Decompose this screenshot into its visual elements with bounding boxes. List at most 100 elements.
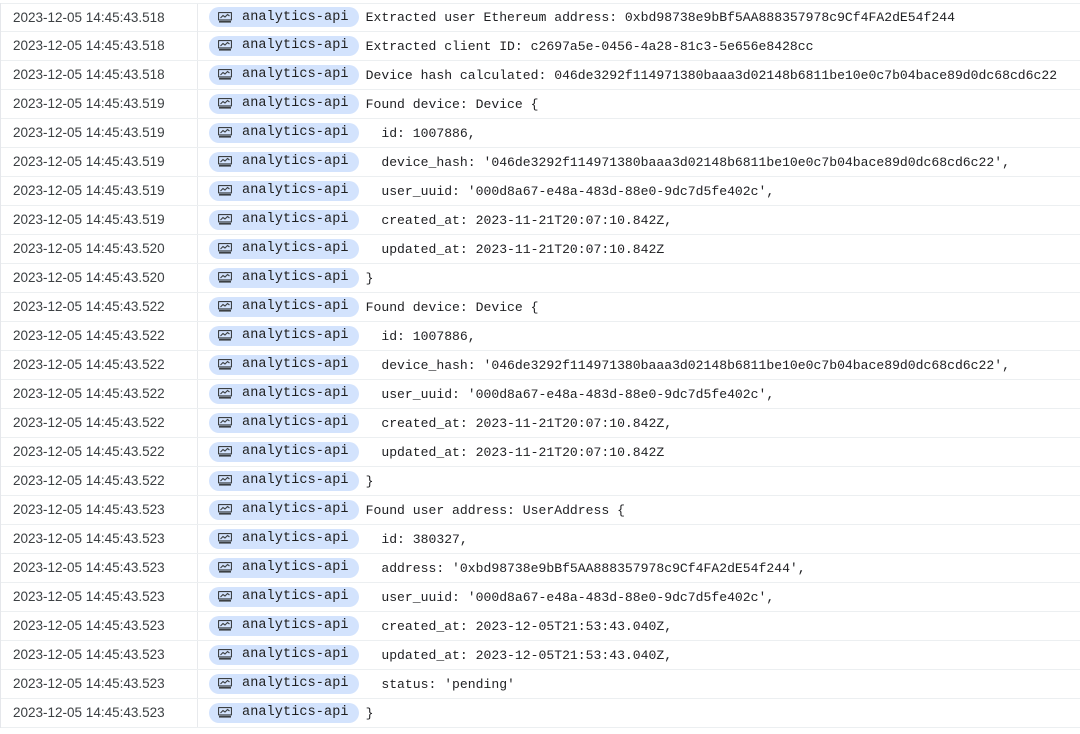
log-timestamp: 2023-12-05 14:45:43.519 bbox=[1, 119, 198, 147]
log-timestamp: 2023-12-05 14:45:43.522 bbox=[1, 467, 198, 495]
server-icon bbox=[218, 359, 232, 370]
service-name: analytics-api bbox=[242, 96, 349, 112]
log-row[interactable]: 2023-12-05 14:45:43.523 analytics-api us… bbox=[1, 583, 1080, 612]
log-row[interactable]: 2023-12-05 14:45:43.522 analytics-api } bbox=[1, 467, 1080, 496]
service-chip[interactable]: analytics-api bbox=[209, 354, 359, 375]
log-row[interactable]: 2023-12-05 14:45:43.523 analytics-api st… bbox=[1, 670, 1080, 699]
log-message: updated_at: 2023-11-21T20:07:10.842Z bbox=[365, 444, 665, 460]
server-icon bbox=[218, 330, 232, 341]
server-icon bbox=[218, 127, 232, 138]
log-timestamp: 2023-12-05 14:45:43.522 bbox=[1, 322, 198, 350]
log-row[interactable]: 2023-12-05 14:45:43.518 analytics-api De… bbox=[1, 61, 1080, 90]
log-row[interactable]: 2023-12-05 14:45:43.523 analytics-api Fo… bbox=[1, 496, 1080, 525]
log-viewer[interactable]: 2023-12-05 14:45:43.518 analytics-api Ex… bbox=[0, 3, 1080, 728]
log-message: id: 1007886, bbox=[365, 328, 476, 344]
service-chip-wrapper: analytics-api bbox=[198, 209, 359, 231]
service-name: analytics-api bbox=[242, 241, 349, 257]
service-chip[interactable]: analytics-api bbox=[209, 499, 359, 520]
service-chip[interactable]: analytics-api bbox=[209, 586, 359, 607]
service-name: analytics-api bbox=[242, 270, 349, 286]
log-row[interactable]: 2023-12-05 14:45:43.519 analytics-api cr… bbox=[1, 206, 1080, 235]
log-row[interactable]: 2023-12-05 14:45:43.523 analytics-api cr… bbox=[1, 612, 1080, 641]
service-chip-wrapper: analytics-api bbox=[198, 673, 359, 695]
service-chip[interactable]: analytics-api bbox=[209, 296, 359, 317]
log-message: updated_at: 2023-12-05T21:53:43.040Z, bbox=[365, 647, 673, 663]
service-chip[interactable]: analytics-api bbox=[209, 35, 359, 56]
log-row[interactable]: 2023-12-05 14:45:43.522 analytics-api cr… bbox=[1, 409, 1080, 438]
service-chip-wrapper: analytics-api bbox=[198, 122, 359, 144]
log-message: created_at: 2023-12-05T21:53:43.040Z, bbox=[365, 618, 673, 634]
log-row[interactable]: 2023-12-05 14:45:43.523 analytics-api up… bbox=[1, 641, 1080, 670]
service-chip[interactable]: analytics-api bbox=[209, 702, 359, 723]
service-chip[interactable]: analytics-api bbox=[209, 64, 359, 85]
service-name: analytics-api bbox=[242, 444, 349, 460]
log-message: status: 'pending' bbox=[365, 676, 515, 692]
service-name: analytics-api bbox=[242, 415, 349, 431]
log-timestamp: 2023-12-05 14:45:43.522 bbox=[1, 409, 198, 437]
log-row[interactable]: 2023-12-05 14:45:43.519 analytics-api us… bbox=[1, 177, 1080, 206]
server-icon bbox=[218, 649, 232, 660]
log-row[interactable]: 2023-12-05 14:45:43.522 analytics-api us… bbox=[1, 380, 1080, 409]
log-row[interactable]: 2023-12-05 14:45:43.520 analytics-api } bbox=[1, 264, 1080, 293]
service-chip[interactable]: analytics-api bbox=[209, 151, 359, 172]
service-chip[interactable]: analytics-api bbox=[209, 122, 359, 143]
service-chip-wrapper: analytics-api bbox=[198, 93, 359, 115]
log-row[interactable]: 2023-12-05 14:45:43.523 analytics-api } bbox=[1, 699, 1080, 728]
log-message: address: '0xbd98738e9bBf5AA888357978c9Cf… bbox=[365, 560, 806, 576]
service-name: analytics-api bbox=[242, 473, 349, 489]
log-timestamp: 2023-12-05 14:45:43.518 bbox=[1, 61, 198, 89]
service-chip[interactable]: analytics-api bbox=[209, 93, 359, 114]
log-row[interactable]: 2023-12-05 14:45:43.519 analytics-api id… bbox=[1, 119, 1080, 148]
log-message: } bbox=[365, 270, 374, 286]
service-chip[interactable]: analytics-api bbox=[209, 412, 359, 433]
log-message: Found device: Device { bbox=[365, 299, 539, 315]
service-name: analytics-api bbox=[242, 560, 349, 576]
service-name: analytics-api bbox=[242, 212, 349, 228]
service-chip[interactable]: analytics-api bbox=[209, 267, 359, 288]
service-name: analytics-api bbox=[242, 183, 349, 199]
log-timestamp: 2023-12-05 14:45:43.522 bbox=[1, 351, 198, 379]
server-icon bbox=[218, 707, 232, 718]
log-row[interactable]: 2023-12-05 14:45:43.522 analytics-api id… bbox=[1, 322, 1080, 351]
log-row[interactable]: 2023-12-05 14:45:43.519 analytics-api de… bbox=[1, 148, 1080, 177]
log-row[interactable]: 2023-12-05 14:45:43.522 analytics-api up… bbox=[1, 438, 1080, 467]
log-message: device_hash: '046de3292f114971380baaa3d0… bbox=[365, 357, 1010, 373]
log-row[interactable]: 2023-12-05 14:45:43.518 analytics-api Ex… bbox=[1, 3, 1080, 32]
log-row[interactable]: 2023-12-05 14:45:43.523 analytics-api ad… bbox=[1, 554, 1080, 583]
service-chip[interactable]: analytics-api bbox=[209, 180, 359, 201]
service-chip-wrapper: analytics-api bbox=[198, 354, 359, 376]
service-chip[interactable]: analytics-api bbox=[209, 644, 359, 665]
service-chip[interactable]: analytics-api bbox=[209, 325, 359, 346]
service-name: analytics-api bbox=[242, 502, 349, 518]
log-message: } bbox=[365, 705, 374, 721]
service-chip-wrapper: analytics-api bbox=[198, 615, 359, 637]
service-chip[interactable]: analytics-api bbox=[209, 557, 359, 578]
log-row[interactable]: 2023-12-05 14:45:43.518 analytics-api Ex… bbox=[1, 32, 1080, 61]
log-row[interactable]: 2023-12-05 14:45:43.523 analytics-api id… bbox=[1, 525, 1080, 554]
log-row[interactable]: 2023-12-05 14:45:43.520 analytics-api up… bbox=[1, 235, 1080, 264]
server-icon bbox=[218, 417, 232, 428]
service-chip[interactable]: analytics-api bbox=[209, 441, 359, 462]
service-chip[interactable]: analytics-api bbox=[209, 383, 359, 404]
service-chip[interactable]: analytics-api bbox=[209, 209, 359, 230]
service-chip[interactable]: analytics-api bbox=[209, 528, 359, 549]
log-timestamp: 2023-12-05 14:45:43.522 bbox=[1, 438, 198, 466]
service-chip-wrapper: analytics-api bbox=[198, 499, 359, 521]
service-chip[interactable]: analytics-api bbox=[209, 238, 359, 259]
log-row[interactable]: 2023-12-05 14:45:43.522 analytics-api de… bbox=[1, 351, 1080, 380]
log-timestamp: 2023-12-05 14:45:43.523 bbox=[1, 612, 198, 640]
server-icon bbox=[218, 533, 232, 544]
service-chip-wrapper: analytics-api bbox=[198, 238, 359, 260]
service-chip[interactable]: analytics-api bbox=[209, 7, 359, 28]
service-chip[interactable]: analytics-api bbox=[209, 470, 359, 491]
log-timestamp: 2023-12-05 14:45:43.518 bbox=[1, 3, 198, 32]
service-chip-wrapper: analytics-api bbox=[198, 267, 359, 289]
log-message: user_uuid: '000d8a67-e48a-483d-88e0-9dc7… bbox=[365, 386, 775, 402]
log-row[interactable]: 2023-12-05 14:45:43.519 analytics-api Fo… bbox=[1, 90, 1080, 119]
service-chip[interactable]: analytics-api bbox=[209, 615, 359, 636]
log-timestamp: 2023-12-05 14:45:43.523 bbox=[1, 699, 198, 727]
service-name: analytics-api bbox=[242, 38, 349, 54]
service-chip[interactable]: analytics-api bbox=[209, 673, 359, 694]
log-timestamp: 2023-12-05 14:45:43.519 bbox=[1, 148, 198, 176]
log-row[interactable]: 2023-12-05 14:45:43.522 analytics-api Fo… bbox=[1, 293, 1080, 322]
